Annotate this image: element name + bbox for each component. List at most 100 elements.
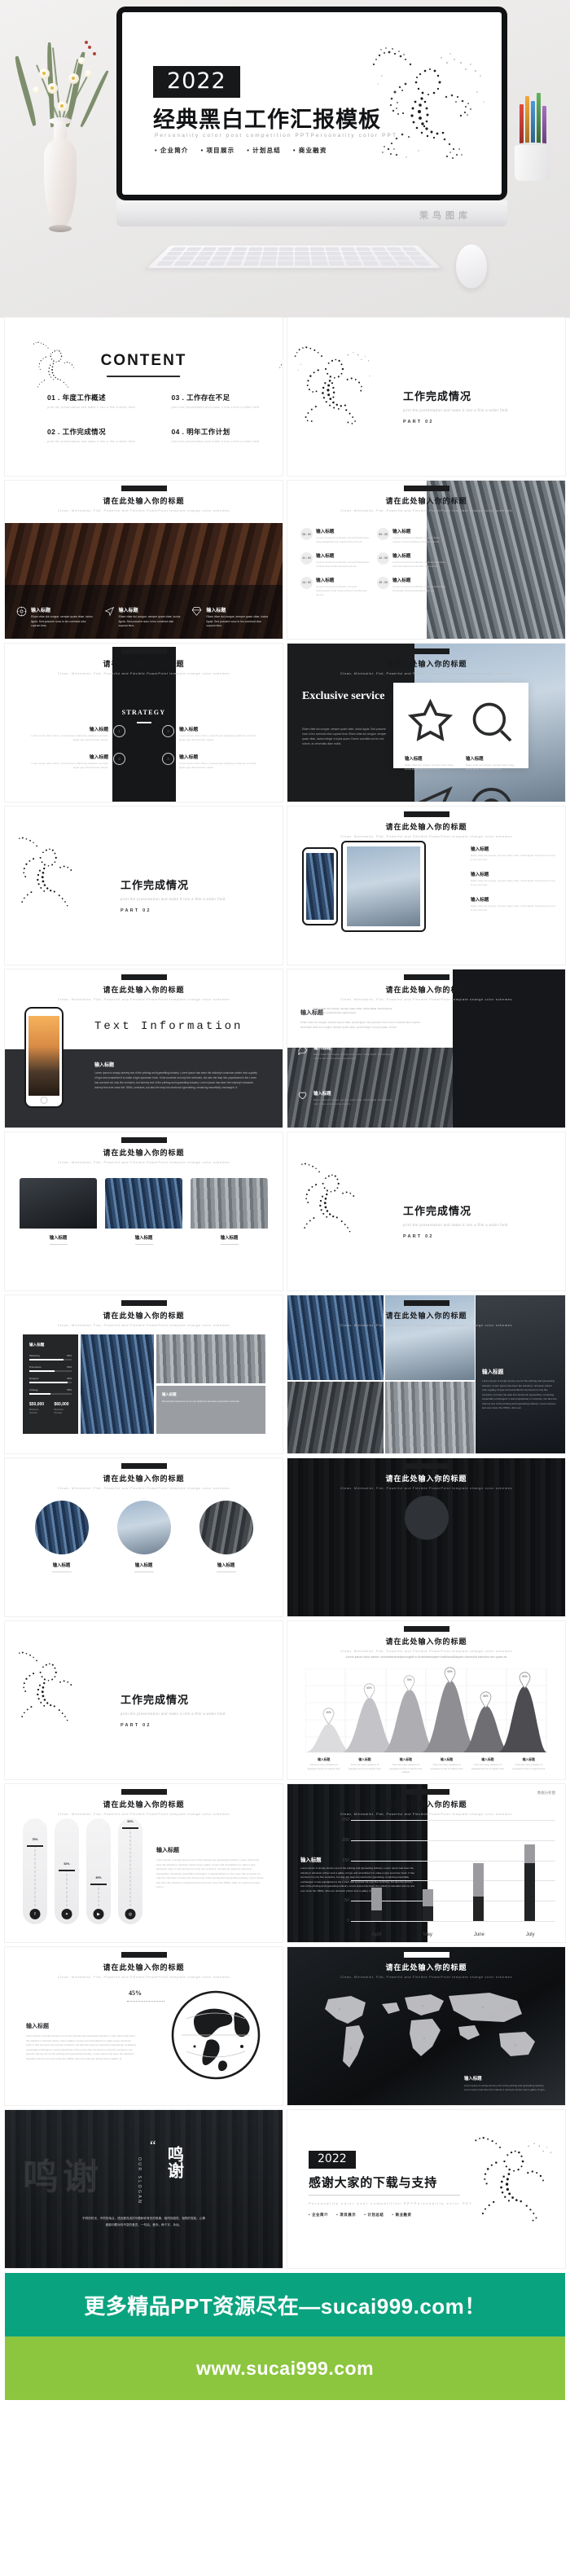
slide-exclusive-service[interactable]: Exclusive service Etiam vitae dui congue… <box>287 644 565 802</box>
strategy-title: 输入标题 <box>179 728 199 732</box>
slider-value: 52% <box>64 1862 70 1866</box>
strategy-number: 2 <box>162 725 174 737</box>
slide-subtitle: Clean, Minimalist, Flat, Powerful and Fl… <box>57 1486 230 1490</box>
strategy-item[interactable]: 4 输入标题 Lorem ipsum dolor sibmri, consecte… <box>162 752 258 770</box>
timeline-item[interactable]: 12 : 00 输入标题 content Crescent Frollorshe u… <box>377 552 447 569</box>
circle-card[interactable]: 输入标题 <box>26 1501 97 1572</box>
value-label: 35% <box>326 1711 331 1714</box>
slide-globe[interactable]: 请在此处输入你的标题 Clean, Minimalist, Flat, Powe… <box>5 1947 283 2105</box>
slide-section-part02[interactable]: 工作完成情况 print the presentation and make i… <box>287 318 565 476</box>
toc-number: 04 <box>171 428 180 436</box>
exclusive-item[interactable]: 输入标题 Etiam vitae dui congue, semper quam… <box>405 783 456 802</box>
header-bar <box>403 1300 449 1306</box>
slide-thanks-light[interactable]: 2022 感谢大家的下载与支持 Personality color post c… <box>287 2110 565 2268</box>
card[interactable]: 输入标题 <box>20 1178 97 1245</box>
value-label: 80% <box>522 1675 528 1678</box>
toc-number: 03 <box>171 393 180 402</box>
slide-content-overview[interactable]: CONTENT 01 . 年度工作概述 print the presentati… <box>5 318 283 476</box>
slide-section-part02-b[interactable]: 工作完成情况 print the presentation and make i… <box>5 807 283 965</box>
legend-label: 输入标题 <box>522 1758 535 1762</box>
photo-glass <box>287 1382 384 1453</box>
promo-banners: 更多精品PPT资源尽在—sucai999.com！ www.sucai999.c… <box>0 2273 570 2400</box>
toc-item[interactable]: 02 . 工作完成情况 print the presentation and m… <box>47 427 141 443</box>
slide-mosaic-stats[interactable]: 请在此处输入你的标题 Clean, Minimalist, Flat, Powe… <box>5 1295 283 1453</box>
strategy-item[interactable]: 2 输入标题 Lorem ipsum dolor sibmri, consecte… <box>162 725 258 742</box>
exclusive-item[interactable]: 输入标题 Etiam vitae dui congue, semper quam… <box>405 696 456 771</box>
slide-circle-cards[interactable]: 请在此处输入你的标题 Clean, Minimalist, Flat, Powe… <box>5 1458 283 1616</box>
divider <box>309 2195 460 2196</box>
slide-sliders[interactable]: 请在此处输入你的标题 Clean, Minimalist, Flat, Powe… <box>5 1784 283 1942</box>
slide-header: 请在此处输入你的标题 Clean, Minimalist, Flat, Powe… <box>5 1463 283 1490</box>
item-title: 输入标题 <box>314 1000 331 1005</box>
slide-timeline[interactable]: 请在此处输入你的标题 Clean, Minimalist, Flat, Powe… <box>287 481 565 639</box>
slide-three-cards[interactable]: 请在此处输入你的标题 Clean, Minimalist, Flat, Powe… <box>5 1132 283 1290</box>
icon-list-item[interactable]: 输入标题 Etiam vitae dui congue, semper quam … <box>297 1044 393 1062</box>
item-title: 输入标题 <box>94 1063 115 1068</box>
thanks-line: 不同的时光，不同的地点，语言都浅浅的写着和你有关的故事，相同的感觉，相同的笑脸，… <box>82 2217 205 2220</box>
device-feature-item[interactable]: 输入标题 Etiam vitae dui congue, semper quam … <box>471 896 557 912</box>
feature-item[interactable]: 输入标题 Etiam vitae dui congue, semper quam… <box>191 606 271 629</box>
feature-item[interactable]: 输入标题 Etiam vitae dui congue, semper quam… <box>104 606 184 629</box>
legend-label: 输入标题 <box>441 1758 454 1762</box>
circle-card[interactable]: 输入标题 <box>108 1501 179 1572</box>
toc-item[interactable]: 01 . 年度工作概述 print the presentation and m… <box>47 393 141 409</box>
slide-feature-photo[interactable]: 请在此处输入你的标题 Clean, Minimalist, Flat, Powe… <box>5 481 283 639</box>
slide-strategy[interactable]: STRATEGY 请在此处输入你的标题 Clean, Minimalist, F… <box>5 644 283 802</box>
slide-world-map[interactable]: 请在此处输入你的标题 Clean, Minimalist, Flat, Powe… <box>287 1947 565 2105</box>
timeline-item[interactable]: 11 : 00 输入标题 content Crescent Frollorshe u… <box>300 552 370 569</box>
strategy-item[interactable]: 输入标题 Lorem ipsum dolor sibmri, consectetu… <box>29 725 125 742</box>
toc-item[interactable]: 04 . 明年工作计划 print the presentation and m… <box>172 427 265 443</box>
slide-title: 请在此处输入你的标题 <box>103 986 185 994</box>
exclusive-item[interactable]: 输入标题 Etiam vitae dui congue, semper quam… <box>466 696 517 771</box>
slider-track[interactable]: 75% f <box>23 1818 47 1924</box>
icon-list-item[interactable]: 输入标题 Etiam vitae dui congue, semper quam … <box>297 1090 393 1107</box>
timeline-item[interactable]: 09 : 30 输入标题 content Crescent Frollorshe u… <box>377 528 447 544</box>
card[interactable]: 输入标题 <box>105 1178 182 1245</box>
slide-section-part02-d[interactable]: 工作完成情况 print the presentation and make i… <box>5 1621 283 1779</box>
slide-header: 请在此处输入你的标题 Clean, Minimalist, Flat, Powe… <box>5 1137 283 1164</box>
slide-section-part02-c[interactable]: 工作完成情况 print the presentation and make i… <box>287 1132 565 1290</box>
item-desc: Etiam vitae dui congue, semper quam vita… <box>314 1007 392 1015</box>
stat-number: $60,000 <box>54 1402 69 1407</box>
timeline-item[interactable]: 08 : 00 输入标题 content Crescent Frollorshe u… <box>300 528 370 544</box>
slide-devices[interactable]: 请在此处输入你的标题 Clean, Minimalist, Flat, Powe… <box>287 807 565 965</box>
exclusive-item-desc: Etiam vitae dui congue, semper quam vita… <box>405 763 454 771</box>
value-pin: 35% <box>322 1708 335 1725</box>
time-badge: 09 : 30 <box>377 528 389 540</box>
slider-track[interactable]: 39% ▶ <box>86 1818 111 1924</box>
exclusive-item[interactable]: 输入标题 Etiam vitae dui congue, semper quam… <box>466 783 517 802</box>
item-desc: Etiam vitae dui congue, semper quam vita… <box>314 1098 392 1106</box>
device-feature-item[interactable]: 输入标题 Etiam vitae dui congue, semper quam … <box>471 846 557 862</box>
slide-bar-chart[interactable]: 请在此处输入你的标题 Clean, Minimalist, Flat, Powe… <box>287 1784 565 1942</box>
promo-banner-top[interactable]: 更多精品PPT资源尽在—sucai999.com！ <box>5 2273 565 2336</box>
timeline-title: 输入标题 <box>392 578 411 583</box>
slide-icon-list[interactable]: 请在此处输入你的标题 Clean, Minimalist, Flat, Powe… <box>287 969 565 1128</box>
icon-list-item[interactable]: 输入标题 Etiam vitae dui congue, semper quam … <box>297 999 393 1016</box>
toc-item[interactable]: 03 . 工作存在不足 print the presentation and m… <box>172 393 265 409</box>
timeline-item[interactable]: 15 : 00 输入标题 content Crescent Frollorshe u… <box>377 576 447 597</box>
slide-text-information[interactable]: 请在此处输入你的标题 Clean, Minimalist, Flat, Powe… <box>5 969 283 1128</box>
slide-thanks-dark[interactable]: 鸣谢 OUR SLOGAN “ 鸣谢 不同的时光，不同的地点，语言都浅浅的写着和… <box>5 2110 283 2268</box>
slide-header: 请在此处输入你的标题 Clean, Minimalist, Flat, Powe… <box>287 1626 565 1653</box>
chart-legend: 输入标题 There are many variations of passage… <box>305 1758 547 1774</box>
slide-row: 工作完成情况 print the presentation and make i… <box>5 807 565 965</box>
slide-subtitle: Clean, Minimalist, Flat, Powerful and Fl… <box>57 997 230 1001</box>
legend-desc: There are many variations of passages bu… <box>348 1764 382 1770</box>
value-pin: 55% <box>479 1691 493 1708</box>
thanks-title: 感谢大家的下载与支持 <box>309 2176 438 2190</box>
circle-card[interactable]: 输入标题 <box>191 1501 261 1572</box>
slide-mountain-chart[interactable]: 请在此处输入你的标题 Clean, Minimalist, Flat, Powe… <box>287 1621 565 1779</box>
strategy-item[interactable]: 输入标题 Lorem ipsum dolor sibmri, consectetu… <box>29 752 125 770</box>
device-feature-item[interactable]: 输入标题 Etiam vitae dui congue, semper quam … <box>471 871 557 887</box>
promo-banner-bottom[interactable]: www.sucai999.com <box>5 2336 565 2400</box>
card[interactable]: 输入标题 <box>191 1178 268 1245</box>
slide-dark-circle[interactable]: 请在此处输入你的标题 Clean, Minimalist, Flat, Powe… <box>287 1458 565 1616</box>
timeline-item[interactable]: 14 : 00 输入标题 content Crescent Frollorshe u… <box>300 576 370 597</box>
slide-photo-grid[interactable]: 请在此处输入你的标题 Clean, Minimalist, Flat, Powe… <box>287 1295 565 1453</box>
dragon-illustration <box>292 329 380 429</box>
timeline-desc: content Crescent Frollorshe ulmendi Sofi… <box>392 560 446 568</box>
slider-track[interactable]: 52% ✦ <box>55 1818 79 1924</box>
slider-track[interactable]: 92% ◎ <box>118 1818 142 1924</box>
feature-item[interactable]: 输入标题 Etiam vitae dui congue, semper quam… <box>16 606 96 629</box>
bar-stack <box>524 1844 536 1921</box>
